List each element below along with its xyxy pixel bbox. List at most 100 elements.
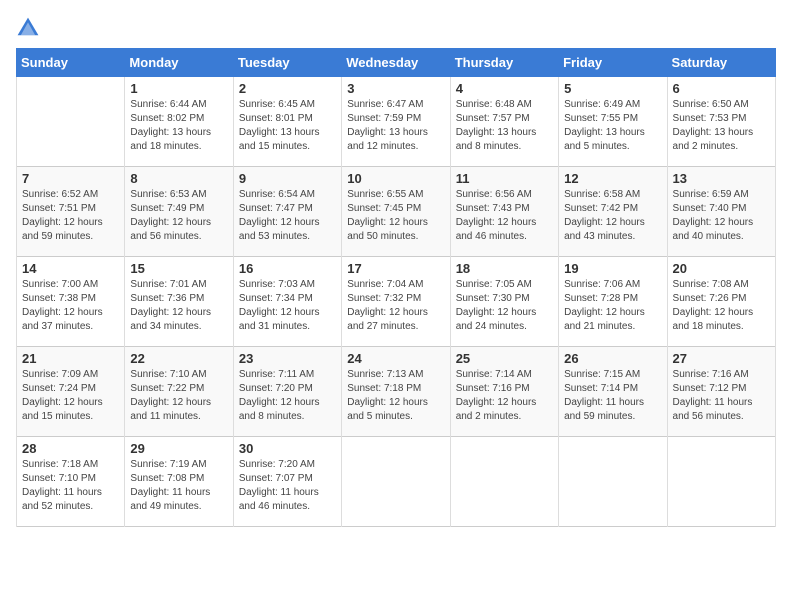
day-number: 5 <box>564 81 661 96</box>
calendar-cell <box>667 437 775 527</box>
calendar-cell: 18 Sunrise: 7:05 AMSunset: 7:30 PMDayligh… <box>450 257 558 347</box>
day-number: 10 <box>347 171 444 186</box>
day-number: 8 <box>130 171 227 186</box>
cell-info: Sunrise: 7:18 AMSunset: 7:10 PMDaylight:… <box>22 458 119 514</box>
calendar-cell: 14 Sunrise: 7:00 AMSunset: 7:38 PMDayligh… <box>17 257 125 347</box>
cell-info: Sunrise: 6:54 AMSunset: 7:47 PMDaylight:… <box>239 188 336 244</box>
calendar-cell: 6 Sunrise: 6:50 AMSunset: 7:53 PMDaylight… <box>667 77 775 167</box>
calendar-cell: 21 Sunrise: 7:09 AMSunset: 7:24 PMDayligh… <box>17 347 125 437</box>
calendar-cell <box>559 437 667 527</box>
cell-info: Sunrise: 6:55 AMSunset: 7:45 PMDaylight:… <box>347 188 444 244</box>
calendar-cell: 9 Sunrise: 6:54 AMSunset: 7:47 PMDaylight… <box>233 167 341 257</box>
cell-info: Sunrise: 6:45 AMSunset: 8:01 PMDaylight:… <box>239 98 336 154</box>
weekday-header-saturday: Saturday <box>667 49 775 77</box>
day-number: 25 <box>456 351 553 366</box>
calendar-cell: 20Sunrise: 7:08 AMSunset: 7:26 PMDayligh… <box>667 257 775 347</box>
weekday-header-row: SundayMondayTuesdayWednesdayThursdayFrid… <box>17 49 776 77</box>
cell-info: Sunrise: 7:05 AMSunset: 7:30 PMDaylight:… <box>456 278 553 334</box>
cell-info: Sunrise: 6:59 AMSunset: 7:40 PMDaylight:… <box>673 188 770 244</box>
cell-info: Sunrise: 7:01 AMSunset: 7:36 PMDaylight:… <box>130 278 227 334</box>
day-number: 3 <box>347 81 444 96</box>
cell-info: Sunrise: 7:10 AMSunset: 7:22 PMDaylight:… <box>130 368 227 424</box>
day-number: 2 <box>239 81 336 96</box>
cell-info: Sunrise: 7:00 AMSunset: 7:38 PMDaylight:… <box>22 278 119 334</box>
day-number: 30 <box>239 441 336 456</box>
day-number: 15 <box>130 261 227 276</box>
weekday-header-thursday: Thursday <box>450 49 558 77</box>
calendar-week-row: 1 Sunrise: 6:44 AMSunset: 8:02 PMDaylight… <box>17 77 776 167</box>
cell-info: Sunrise: 6:44 AMSunset: 8:02 PMDaylight:… <box>130 98 227 154</box>
cell-info: Sunrise: 6:52 AMSunset: 7:51 PMDaylight:… <box>22 188 119 244</box>
cell-info: Sunrise: 7:11 AMSunset: 7:20 PMDaylight:… <box>239 368 336 424</box>
day-number: 24 <box>347 351 444 366</box>
day-number: 1 <box>130 81 227 96</box>
calendar-week-row: 7Sunrise: 6:52 AMSunset: 7:51 PMDaylight… <box>17 167 776 257</box>
cell-info: Sunrise: 7:09 AMSunset: 7:24 PMDaylight:… <box>22 368 119 424</box>
calendar-cell: 28 Sunrise: 7:18 AMSunset: 7:10 PMDayligh… <box>17 437 125 527</box>
calendar-cell: 1 Sunrise: 6:44 AMSunset: 8:02 PMDaylight… <box>125 77 233 167</box>
day-number: 9 <box>239 171 336 186</box>
calendar-cell: 12 Sunrise: 6:58 AMSunset: 7:42 PMDayligh… <box>559 167 667 257</box>
cell-info: Sunrise: 7:13 AMSunset: 7:18 PMDaylight:… <box>347 368 444 424</box>
day-number: 6 <box>673 81 770 96</box>
logo <box>16 16 44 40</box>
calendar-cell: 30 Sunrise: 7:20 AMSunset: 7:07 PMDayligh… <box>233 437 341 527</box>
calendar-cell: 27 Sunrise: 7:16 AMSunset: 7:12 PMDayligh… <box>667 347 775 437</box>
cell-info: Sunrise: 7:06 AMSunset: 7:28 PMDaylight:… <box>564 278 661 334</box>
day-number: 28 <box>22 441 119 456</box>
calendar-cell: 29Sunrise: 7:19 AMSunset: 7:08 PMDayligh… <box>125 437 233 527</box>
calendar-cell: 22 Sunrise: 7:10 AMSunset: 7:22 PMDayligh… <box>125 347 233 437</box>
day-number: 11 <box>456 171 553 186</box>
logo-icon <box>16 16 40 40</box>
day-number: 19 <box>564 261 661 276</box>
cell-info: Sunrise: 7:03 AMSunset: 7:34 PMDaylight:… <box>239 278 336 334</box>
day-number: 26 <box>564 351 661 366</box>
calendar-table: SundayMondayTuesdayWednesdayThursdayFrid… <box>16 48 776 527</box>
calendar-cell: 11Sunrise: 6:56 AMSunset: 7:43 PMDayligh… <box>450 167 558 257</box>
day-number: 4 <box>456 81 553 96</box>
calendar-cell: 8 Sunrise: 6:53 AMSunset: 7:49 PMDaylight… <box>125 167 233 257</box>
calendar-week-row: 14 Sunrise: 7:00 AMSunset: 7:38 PMDayligh… <box>17 257 776 347</box>
cell-info: Sunrise: 6:48 AMSunset: 7:57 PMDaylight:… <box>456 98 553 154</box>
calendar-cell: 19 Sunrise: 7:06 AMSunset: 7:28 PMDayligh… <box>559 257 667 347</box>
day-number: 21 <box>22 351 119 366</box>
weekday-header-monday: Monday <box>125 49 233 77</box>
day-number: 14 <box>22 261 119 276</box>
cell-info: Sunrise: 7:15 AMSunset: 7:14 PMDaylight:… <box>564 368 661 424</box>
day-number: 17 <box>347 261 444 276</box>
calendar-cell: 3 Sunrise: 6:47 AMSunset: 7:59 PMDaylight… <box>342 77 450 167</box>
day-number: 22 <box>130 351 227 366</box>
cell-info: Sunrise: 7:20 AMSunset: 7:07 PMDaylight:… <box>239 458 336 514</box>
calendar-cell <box>342 437 450 527</box>
calendar-week-row: 21 Sunrise: 7:09 AMSunset: 7:24 PMDayligh… <box>17 347 776 437</box>
page-header <box>16 16 776 40</box>
cell-info: Sunrise: 6:53 AMSunset: 7:49 PMDaylight:… <box>130 188 227 244</box>
day-number: 27 <box>673 351 770 366</box>
day-number: 16 <box>239 261 336 276</box>
calendar-cell <box>450 437 558 527</box>
calendar-cell: 5Sunrise: 6:49 AMSunset: 7:55 PMDaylight… <box>559 77 667 167</box>
calendar-cell: 26 Sunrise: 7:15 AMSunset: 7:14 PMDayligh… <box>559 347 667 437</box>
day-number: 13 <box>673 171 770 186</box>
cell-info: Sunrise: 7:19 AMSunset: 7:08 PMDaylight:… <box>130 458 227 514</box>
calendar-cell: 15 Sunrise: 7:01 AMSunset: 7:36 PMDayligh… <box>125 257 233 347</box>
cell-info: Sunrise: 7:04 AMSunset: 7:32 PMDaylight:… <box>347 278 444 334</box>
cell-info: Sunrise: 6:47 AMSunset: 7:59 PMDaylight:… <box>347 98 444 154</box>
day-number: 20 <box>673 261 770 276</box>
day-number: 23 <box>239 351 336 366</box>
cell-info: Sunrise: 7:16 AMSunset: 7:12 PMDaylight:… <box>673 368 770 424</box>
calendar-cell <box>17 77 125 167</box>
calendar-cell: 4 Sunrise: 6:48 AMSunset: 7:57 PMDaylight… <box>450 77 558 167</box>
calendar-cell: 10 Sunrise: 6:55 AMSunset: 7:45 PMDayligh… <box>342 167 450 257</box>
weekday-header-sunday: Sunday <box>17 49 125 77</box>
weekday-header-tuesday: Tuesday <box>233 49 341 77</box>
cell-info: Sunrise: 6:50 AMSunset: 7:53 PMDaylight:… <box>673 98 770 154</box>
calendar-cell: 24 Sunrise: 7:13 AMSunset: 7:18 PMDayligh… <box>342 347 450 437</box>
cell-info: Sunrise: 6:58 AMSunset: 7:42 PMDaylight:… <box>564 188 661 244</box>
calendar-cell: 25Sunrise: 7:14 AMSunset: 7:16 PMDayligh… <box>450 347 558 437</box>
calendar-week-row: 28 Sunrise: 7:18 AMSunset: 7:10 PMDayligh… <box>17 437 776 527</box>
calendar-cell: 16 Sunrise: 7:03 AMSunset: 7:34 PMDayligh… <box>233 257 341 347</box>
day-number: 18 <box>456 261 553 276</box>
day-number: 12 <box>564 171 661 186</box>
calendar-cell: 13 Sunrise: 6:59 AMSunset: 7:40 PMDayligh… <box>667 167 775 257</box>
